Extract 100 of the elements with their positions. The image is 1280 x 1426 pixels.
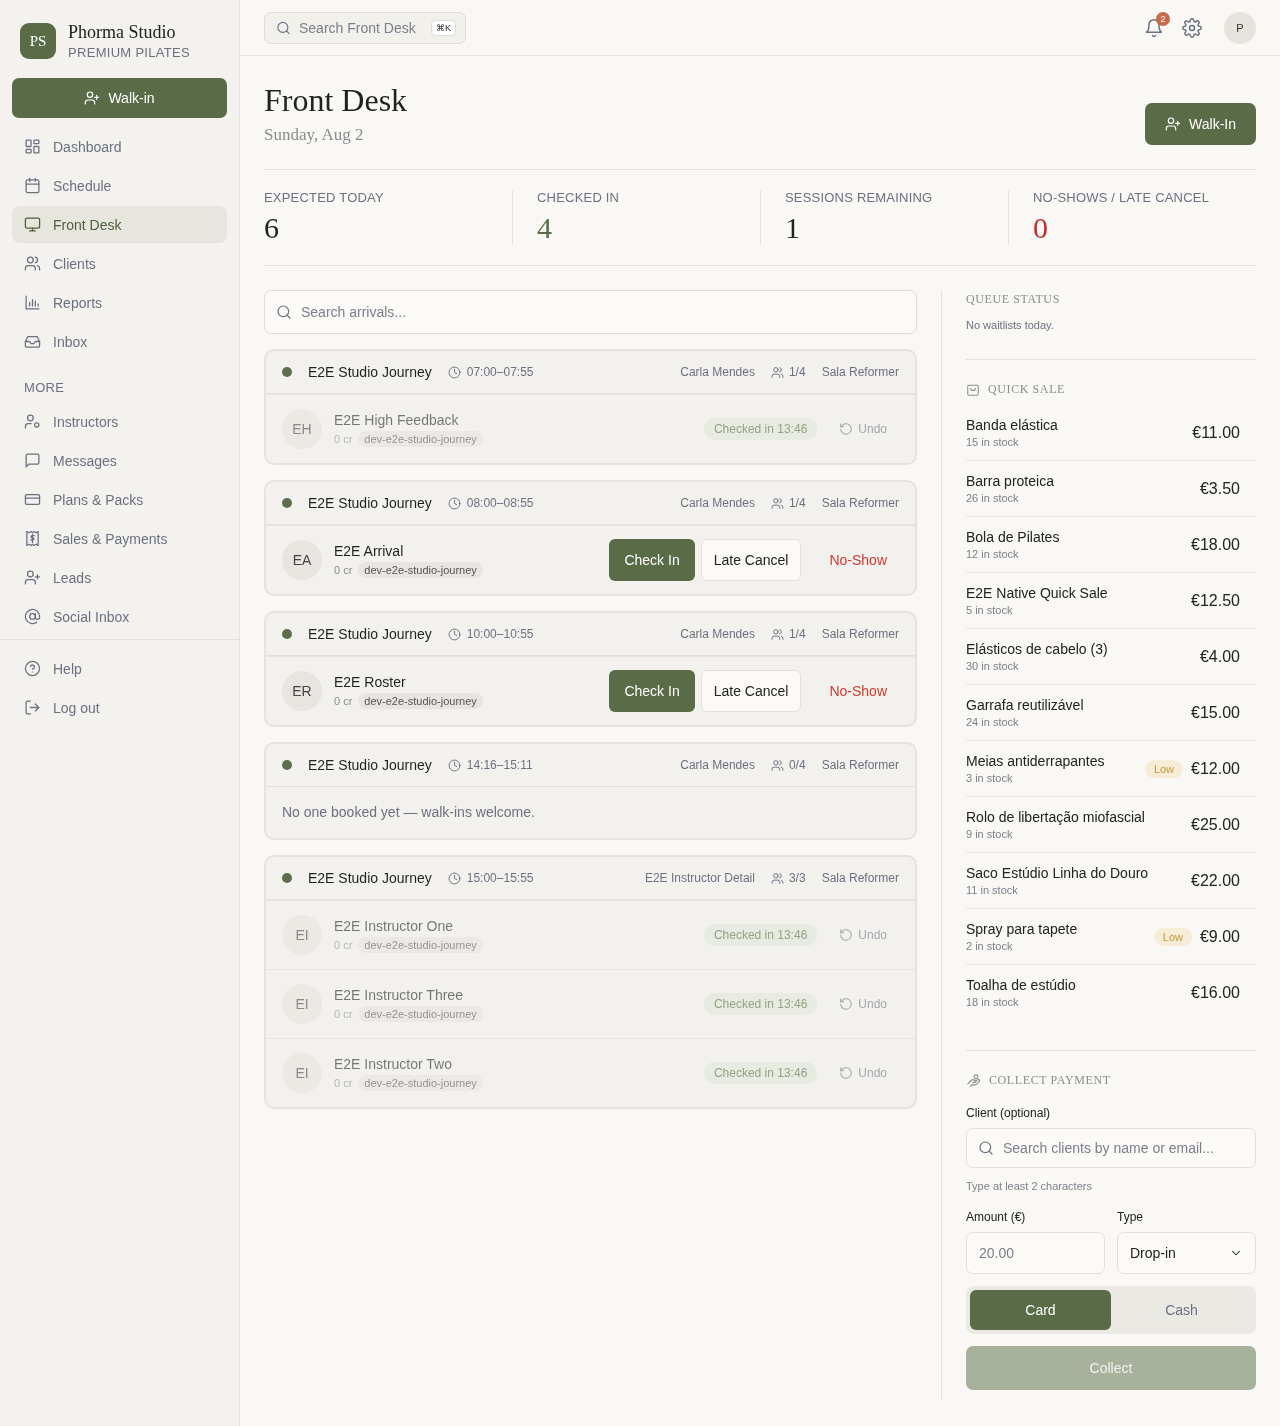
amount-field[interactable]: 20.00 <box>966 1232 1105 1274</box>
capacity-count: 3/3 <box>788 871 806 885</box>
nav-item[interactable]: Help <box>12 650 227 687</box>
no-show-button[interactable]: No-Show <box>813 539 899 581</box>
late-cancel-button[interactable]: Late Cancel <box>700 539 802 581</box>
no-show-button[interactable]: No-Show <box>813 670 899 712</box>
status-dot <box>282 629 292 639</box>
logout-icon <box>24 699 41 716</box>
nav-item[interactable]: Plans & Packs <box>12 481 227 518</box>
field-label: Amount (€) <box>966 1210 1027 1224</box>
nav-item[interactable]: Log out <box>12 689 227 726</box>
late-cancel-button[interactable]: Late Cancel <box>700 670 802 712</box>
people-icon <box>770 758 784 772</box>
nav-item[interactable]: Inbox <box>12 323 227 360</box>
session-name: E2E Studio Journey <box>308 364 432 380</box>
room-name: Sala Reformer <box>821 758 899 772</box>
product-row[interactable]: Elásticos de cabelo (3) 30 in stock €4.00 <box>966 629 1256 685</box>
payment-method-tab[interactable]: Card <box>970 1290 1111 1330</box>
stat-value: 1 <box>785 211 801 245</box>
product-row[interactable]: Meias antiderrapantes 3 in stock Low €12.00 <box>966 741 1256 797</box>
stock-count: 24 in stock <box>966 716 1020 728</box>
class-tag: dev-e2e-studio-journey <box>358 936 483 953</box>
product-name: Bola de Pilates <box>966 529 1060 545</box>
attendee-name: E2E High Feedback <box>334 411 460 428</box>
studio-name: Phorma Studio <box>68 22 177 43</box>
product-name: Spray para tapete <box>966 921 1078 937</box>
studio-logo: PS <box>20 23 56 59</box>
session-name: E2E Studio Journey <box>308 495 432 511</box>
session-time: 08:00–08:55 <box>466 496 534 510</box>
capacity-count: 1/4 <box>788 496 806 510</box>
section-title: COLLECT PAYMENT <box>989 1073 1111 1088</box>
capacity-count: 1/4 <box>788 627 806 641</box>
clock-icon <box>447 627 461 641</box>
stat-label: SESSIONS REMAINING <box>785 190 934 205</box>
search-icon <box>276 304 292 320</box>
undo-icon <box>839 1066 854 1080</box>
nav-item[interactable]: Leads <box>12 559 227 596</box>
search-icon <box>276 20 291 35</box>
walk-in-button[interactable]: Walk-In <box>1145 103 1256 145</box>
capacity-count: 1/4 <box>788 365 806 379</box>
product-row[interactable]: Rolo de libertação miofascial 9 in stock €25.00 <box>966 797 1256 853</box>
product-price: €22.00 <box>1191 871 1240 890</box>
nav-item[interactable]: Messages <box>12 442 227 479</box>
product-row[interactable]: Toalha de estúdio 18 in stock €16.00 <box>966 965 1256 1020</box>
search-icon <box>978 1140 994 1156</box>
receipt-icon <box>24 530 41 547</box>
check-in-button[interactable]: Check In <box>609 670 695 712</box>
product-name: Banda elástica <box>966 417 1058 433</box>
room-name: Sala Reformer <box>821 871 899 885</box>
product-name: Rolo de libertação miofascial <box>966 809 1145 825</box>
product-row[interactable]: Spray para tapete 2 in stock Low €9.00 <box>966 909 1256 965</box>
field-label: Type <box>1117 1210 1144 1224</box>
add-person-icon <box>84 90 101 106</box>
stat-value: 0 <box>1033 211 1049 245</box>
product-row[interactable]: Saco Estúdio Linha do Douro 11 in stock €22.00 <box>966 853 1256 909</box>
stat-label: EXPECTED TODAY <box>264 190 385 205</box>
room-name: Sala Reformer <box>821 627 899 641</box>
inbox-icon <box>24 333 41 350</box>
section-heading: MORE <box>23 379 66 397</box>
check-in-button[interactable]: Check In <box>609 539 695 581</box>
nav-item[interactable]: Schedule <box>12 167 227 204</box>
product-row[interactable]: Garrafa reutilizável 24 in stock €15.00 <box>966 685 1256 741</box>
credits-text: 0 cr <box>334 563 353 576</box>
checked-in-badge: Checked in 13:46 <box>703 924 818 946</box>
class-tag: dev-e2e-studio-journey <box>358 561 483 578</box>
notification-count: 2 <box>1156 11 1170 26</box>
stat-label: CHECKED IN <box>537 190 621 205</box>
credits-text: 0 cr <box>334 694 353 707</box>
product-price: €12.50 <box>1191 591 1240 610</box>
nav-item[interactable]: Instructors <box>12 403 227 440</box>
stock-count: 3 in stock <box>966 772 1014 784</box>
walk-in-button[interactable]: Walk-in <box>12 78 227 118</box>
nav-item[interactable]: Clients <box>12 245 227 282</box>
session-time: 14:16–15:11 <box>466 758 533 772</box>
instructor-name: Carla Mendes <box>680 627 755 641</box>
search-field[interactable]: Search arrivals... <box>264 290 917 334</box>
class-tag: dev-e2e-studio-journey <box>358 692 483 709</box>
attendee-name: E2E Arrival <box>334 542 405 559</box>
product-row[interactable]: Barra proteica 26 in stock €3.50 <box>966 461 1256 517</box>
type-dropdown[interactable]: Drop-in <box>1117 1232 1256 1274</box>
clock-icon <box>447 365 461 379</box>
instructor-name: Carla Mendes <box>680 496 755 510</box>
nav-item[interactable]: Social Inbox <box>12 598 227 635</box>
nav-item[interactable]: Front Desk <box>12 206 227 243</box>
stat-value: 6 <box>264 211 280 245</box>
user-avatar[interactable]: P <box>1224 11 1256 44</box>
payment-method-tab[interactable]: Cash <box>1111 1290 1252 1330</box>
nav-item[interactable]: Sales & Payments <box>12 520 227 557</box>
add-person-icon <box>1165 116 1182 132</box>
product-row[interactable]: E2E Native Quick Sale 5 in stock €12.50 <box>966 573 1256 629</box>
product-row[interactable]: Banda elástica 15 in stock €11.00 <box>966 405 1256 461</box>
nav-item[interactable]: Reports <box>12 284 227 321</box>
product-row[interactable]: Bola de Pilates 12 in stock €18.00 <box>966 517 1256 573</box>
product-name: Toalha de estúdio <box>966 977 1076 993</box>
avatar-initials: ER <box>282 671 322 711</box>
clock-icon <box>447 871 461 885</box>
room-name: Sala Reformer <box>821 365 899 379</box>
product-name: Elásticos de cabelo (3) <box>966 641 1108 657</box>
client-search-field[interactable]: Search clients by name or email... <box>966 1128 1256 1168</box>
nav-item[interactable]: Dashboard <box>12 128 227 165</box>
